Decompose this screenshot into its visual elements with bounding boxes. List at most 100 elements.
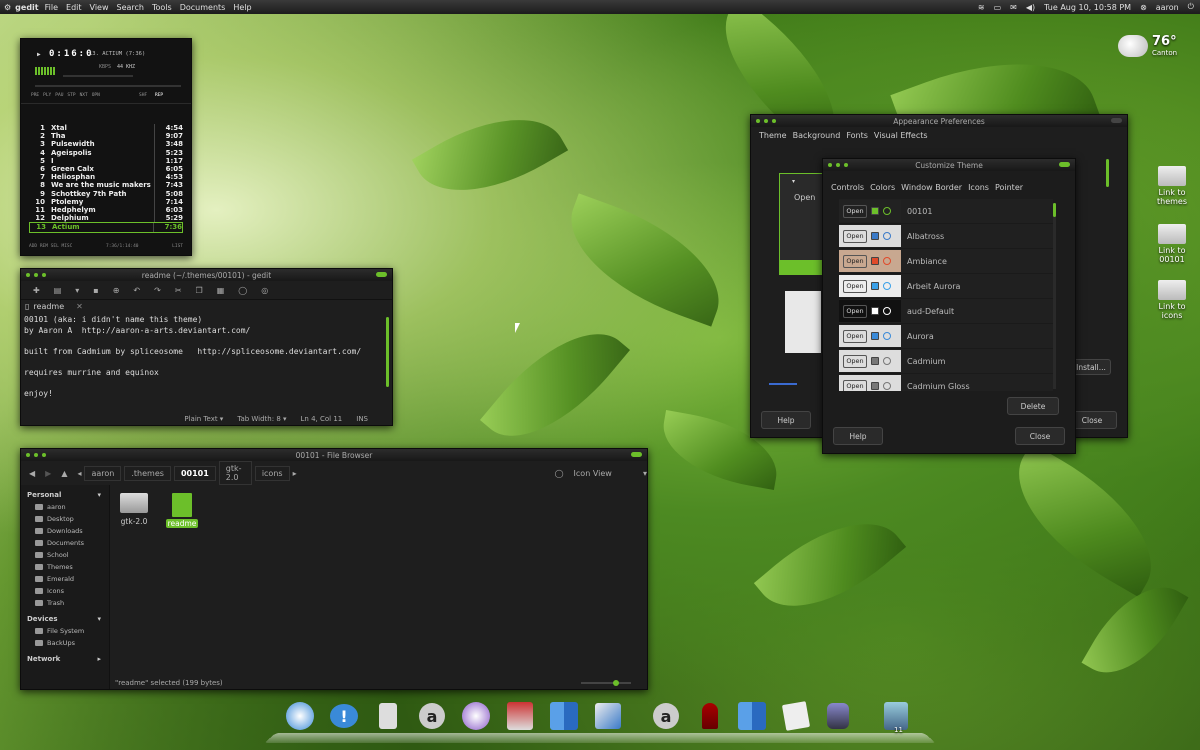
- sidebar-item[interactable]: Documents: [21, 537, 109, 549]
- playlist-row[interactable]: 4 Ageispolis 5:23: [29, 148, 183, 157]
- notification-icon[interactable]: !: [328, 700, 360, 732]
- finder-icon[interactable]: [548, 700, 580, 732]
- menu-item[interactable]: Edit: [66, 3, 82, 12]
- playlist-row[interactable]: 11 Hedphelym 6:03: [29, 206, 183, 215]
- appearance-titlebar[interactable]: Appearance Preferences: [751, 115, 1127, 127]
- install-button[interactable]: Install...: [1071, 359, 1111, 375]
- sidebar-item[interactable]: File System: [21, 625, 109, 637]
- breadcrumb-item[interactable]: icons: [254, 465, 290, 481]
- desktop-icon-icons[interactable]: Link to icons: [1152, 280, 1192, 320]
- playlist-row[interactable]: 5 I 1:17: [29, 156, 183, 166]
- new-icon[interactable]: ✚: [33, 286, 40, 295]
- file-item-readme[interactable]: readme: [165, 493, 199, 528]
- minimize-dot-icon[interactable]: [34, 453, 38, 457]
- breadcrumb-left-icon[interactable]: ◂: [77, 469, 81, 478]
- menu-item[interactable]: Documents: [180, 3, 226, 12]
- shuffle-button[interactable]: SHF: [139, 93, 147, 98]
- theme-list-scrollbar[interactable]: [1053, 203, 1056, 389]
- tab-close-icon[interactable]: ✕: [76, 302, 83, 311]
- theme-row[interactable]: Open 00101: [839, 199, 1053, 224]
- playlist-row[interactable]: 1 Xtal 4:54: [29, 124, 183, 133]
- scroll-thumb[interactable]: [1053, 203, 1056, 217]
- network-icon[interactable]: ≋: [978, 3, 985, 12]
- finder-icon[interactable]: [736, 700, 768, 732]
- tab[interactable]: Window Border: [901, 183, 962, 192]
- maximize-dot-icon[interactable]: [772, 119, 776, 123]
- redo-icon[interactable]: ↷: [154, 286, 161, 295]
- menu-item[interactable]: File: [45, 3, 58, 12]
- undo-icon[interactable]: ↶: [133, 286, 140, 295]
- repeat-button[interactable]: REP: [155, 93, 163, 98]
- tab[interactable]: Background: [793, 131, 841, 140]
- tab-width-selector[interactable]: Tab Width: 8 ▾: [237, 415, 286, 423]
- playlist-row[interactable]: 6 Green Calx 6:05: [29, 165, 183, 174]
- amazon-icon[interactable]: a: [416, 700, 448, 732]
- display-icon[interactable]: ▭: [994, 3, 1002, 12]
- maximize-dot-icon[interactable]: [42, 453, 46, 457]
- player-control-button[interactable]: PAU: [55, 93, 63, 98]
- sidebar-item[interactable]: Trash: [21, 597, 109, 609]
- close-button[interactable]: Close: [1015, 427, 1065, 445]
- file-browser-titlebar[interactable]: 00101 - File Browser: [21, 449, 647, 461]
- cut-icon[interactable]: ✂: [175, 286, 182, 295]
- player-control-button[interactable]: PLY: [43, 93, 51, 98]
- chevron-down-icon[interactable]: ▾: [643, 469, 647, 478]
- collapse-icon[interactable]: ▾: [97, 615, 101, 623]
- minimize-dot-icon[interactable]: [34, 273, 38, 277]
- tab[interactable]: Colors: [870, 183, 895, 192]
- sidebar-item[interactable]: Icons: [21, 585, 109, 597]
- clock[interactable]: Tue Aug 10, 10:58 PM: [1044, 3, 1131, 12]
- volume-slider[interactable]: [63, 75, 133, 77]
- theme-row[interactable]: Open aud-Default: [839, 299, 1053, 324]
- playlist-row[interactable]: 7 Heliosphan 4:53: [29, 173, 183, 182]
- menu-item[interactable]: Help: [233, 3, 251, 12]
- find-icon[interactable]: ◯: [238, 286, 247, 295]
- user-icon[interactable]: ⊗: [1140, 3, 1147, 12]
- text-editor[interactable]: 00101 (aka: i didn't name this theme) by …: [21, 312, 392, 400]
- breadcrumb-item[interactable]: .themes: [124, 465, 171, 481]
- tab[interactable]: Theme: [759, 131, 787, 140]
- breadcrumb-item[interactable]: 00101: [173, 465, 216, 481]
- sidebar-item[interactable]: Emerald: [21, 573, 109, 585]
- amazon-icon[interactable]: a: [650, 700, 682, 732]
- close-dot-icon[interactable]: [26, 273, 30, 277]
- back-icon[interactable]: ◀: [29, 469, 35, 478]
- menu-item[interactable]: Tools: [152, 3, 172, 12]
- view-mode-select[interactable]: Icon View: [574, 469, 633, 478]
- power-icon[interactable]: ⏻: [1188, 2, 1194, 12]
- breadcrumb-right-icon[interactable]: ▸: [293, 469, 297, 478]
- collapse-icon[interactable]: ▾: [97, 491, 101, 499]
- tab[interactable]: Pointer: [995, 183, 1023, 192]
- open-dropdown-icon[interactable]: ▾: [75, 286, 79, 295]
- zoom-slider[interactable]: [581, 680, 631, 686]
- theme-row[interactable]: Open Albatross: [839, 224, 1053, 249]
- player-control-button[interactable]: NXT: [80, 93, 88, 98]
- theme-row[interactable]: Open Ambiance: [839, 249, 1053, 274]
- playlist-row[interactable]: 2 Tha 9:07: [29, 132, 183, 141]
- expand-icon[interactable]: ▸: [97, 655, 101, 663]
- menu-item[interactable]: View: [90, 3, 109, 12]
- wine-icon[interactable]: [694, 700, 726, 732]
- sidebar-item[interactable]: School: [21, 549, 109, 561]
- theme-row[interactable]: Open Arbeit Aurora: [839, 274, 1053, 299]
- help-button[interactable]: Help: [761, 411, 811, 429]
- breadcrumb-item[interactable]: gtk-2.0: [218, 461, 252, 485]
- user-name[interactable]: aaron: [1156, 3, 1179, 12]
- sidebar-item[interactable]: aaron: [21, 501, 109, 513]
- player-control-button[interactable]: OPN: [92, 93, 100, 98]
- theme-row[interactable]: Open Cadmium Gloss: [839, 374, 1053, 391]
- player-footer-right[interactable]: LIST: [172, 244, 183, 249]
- playlist-row[interactable]: 3 Pulsewidth 3:48: [29, 140, 183, 149]
- close-dot-icon[interactable]: [828, 163, 832, 167]
- open-icon[interactable]: ▤: [54, 286, 62, 295]
- installer-icon[interactable]: [504, 700, 536, 732]
- menu-item[interactable]: Search: [117, 3, 144, 12]
- zoom-slider-handle[interactable]: [613, 680, 619, 686]
- sidebar-item[interactable]: BackUps: [21, 637, 109, 649]
- feather-icon[interactable]: [592, 700, 624, 732]
- sidebar-item[interactable]: Downloads: [21, 525, 109, 537]
- desktop-icon-00101[interactable]: Link to 00101: [1152, 224, 1192, 264]
- language-selector[interactable]: Plain Text ▾: [184, 415, 223, 423]
- editor-scrollbar[interactable]: [386, 317, 389, 387]
- tab[interactable]: Icons: [968, 183, 989, 192]
